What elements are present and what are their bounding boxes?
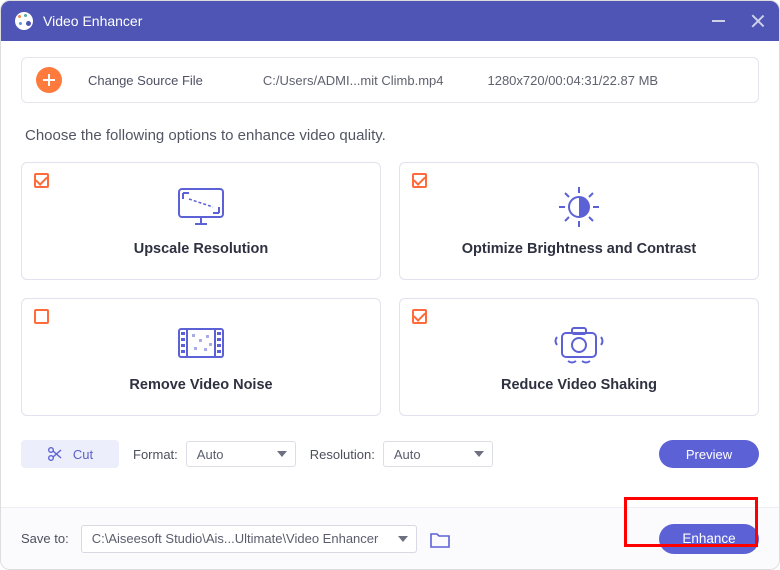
- cut-label: Cut: [73, 447, 93, 462]
- monitor-icon: [175, 185, 227, 229]
- minimize-button[interactable]: [712, 20, 725, 22]
- save-path-select[interactable]: C:\Aiseesoft Studio\Ais...Ultimate\Video…: [81, 525, 417, 553]
- app-window: Video Enhancer Change Source File C:/Use…: [0, 0, 780, 570]
- source-file-path: C:/Users/ADMI...mit Climb.mp4: [263, 73, 444, 88]
- chevron-down-icon: [277, 451, 287, 457]
- resolution-value: Auto: [394, 447, 421, 462]
- app-icon: [15, 12, 33, 30]
- card-label: Upscale Resolution: [134, 241, 269, 257]
- app-title: Video Enhancer: [43, 13, 712, 29]
- checkbox-upscale[interactable]: [34, 173, 49, 188]
- change-source-label: Change Source File: [88, 73, 203, 88]
- enhance-button[interactable]: Enhance: [659, 524, 759, 554]
- resolution-label: Resolution:: [310, 447, 375, 462]
- card-brightness-contrast[interactable]: Optimize Brightness and Contrast: [399, 162, 759, 280]
- card-label: Optimize Brightness and Contrast: [462, 241, 696, 257]
- card-remove-noise[interactable]: Remove Video Noise: [21, 298, 381, 416]
- checkbox-brightness[interactable]: [412, 173, 427, 188]
- format-label: Format:: [133, 447, 178, 462]
- instruction-text: Choose the following options to enhance …: [25, 127, 755, 144]
- checkbox-noise[interactable]: [34, 309, 49, 324]
- card-label: Reduce Video Shaking: [501, 377, 657, 393]
- cut-button[interactable]: Cut: [21, 440, 119, 468]
- checkbox-shaking[interactable]: [412, 309, 427, 324]
- titlebar: Video Enhancer: [1, 1, 779, 41]
- change-source-button[interactable]: [36, 67, 62, 93]
- card-label: Remove Video Noise: [129, 377, 272, 393]
- footer: Save to: C:\Aiseesoft Studio\Ais...Ultim…: [1, 507, 779, 569]
- format-value: Auto: [197, 447, 224, 462]
- card-upscale-resolution[interactable]: Upscale Resolution: [21, 162, 381, 280]
- card-reduce-shaking[interactable]: Reduce Video Shaking: [399, 298, 759, 416]
- chevron-down-icon: [474, 451, 484, 457]
- preview-button[interactable]: Preview: [659, 440, 759, 468]
- camera-shake-icon: [552, 321, 606, 365]
- save-to-label: Save to:: [21, 531, 69, 546]
- chevron-down-icon: [398, 536, 408, 542]
- sun-icon: [554, 185, 604, 229]
- close-button[interactable]: [751, 14, 765, 28]
- scissors-icon: [47, 446, 63, 462]
- source-file-row: Change Source File C:/Users/ADMI...mit C…: [21, 57, 759, 103]
- open-folder-button[interactable]: [429, 531, 449, 547]
- source-file-meta: 1280x720/00:04:31/22.87 MB: [487, 73, 658, 88]
- save-path-value: C:\Aiseesoft Studio\Ais...Ultimate\Video…: [92, 531, 379, 546]
- options-grid: Upscale Resolution Optimize Brightness a…: [21, 162, 759, 416]
- controls-row: Cut Format: Auto Resolution: Auto Previe…: [21, 440, 759, 468]
- resolution-select[interactable]: Auto: [383, 441, 493, 467]
- film-icon: [175, 321, 227, 365]
- format-select[interactable]: Auto: [186, 441, 296, 467]
